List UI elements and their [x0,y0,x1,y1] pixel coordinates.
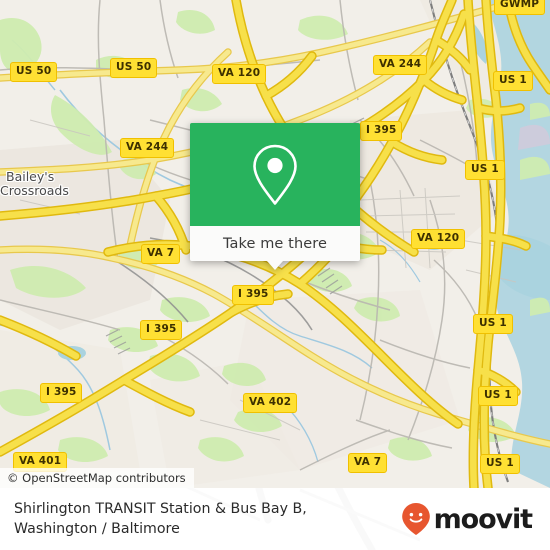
map-canvas[interactable]: Bailey's Crossroads US 50 US 50 VA 120 V… [0,0,550,488]
location-title: Shirlington TRANSIT Station & Bus Bay B,… [14,499,307,539]
road-shield-i-395-midleft[interactable]: I 395 [140,320,183,340]
road-shield-i-395-upper[interactable]: I 395 [360,121,403,141]
road-shield-va-7-left[interactable]: VA 7 [141,244,181,264]
road-shield-va-244-top[interactable]: VA 244 [373,55,428,75]
road-shield-us-1-bottom[interactable]: US 1 [480,454,520,474]
take-me-there-label: Take me there [222,235,328,252]
road-shield-va-120-right[interactable]: VA 120 [411,229,466,249]
moovit-pin-icon [401,503,430,535]
moovit-map-screenshot: Bailey's Crossroads US 50 US 50 VA 120 V… [0,0,550,550]
road-shield-va-120-top[interactable]: VA 120 [212,64,267,84]
attribution-text: © OpenStreetMap contributors [7,471,186,485]
popup-pin-area [190,123,360,226]
map-attribution[interactable]: © OpenStreetMap contributors [0,468,194,488]
location-title-line2: Washington / Baltimore [14,521,180,537]
road-shield-us-50-east[interactable]: US 50 [110,58,158,78]
road-shield-va-244-left[interactable]: VA 244 [120,138,175,158]
road-shield-gwmp[interactable]: GWMP [494,0,546,15]
road-shield-va-402[interactable]: VA 402 [243,393,298,413]
footer-bar: Shirlington TRANSIT Station & Bus Bay B,… [0,488,550,550]
popup-pointer-tail [267,261,283,270]
road-shield-i-395-lower[interactable]: I 395 [40,383,83,403]
road-shield-us-50-west[interactable]: US 50 [10,62,58,82]
moovit-wordmark: moovit [433,503,534,535]
road-shield-us-1-lower[interactable]: US 1 [478,386,518,406]
location-title-line1: Shirlington TRANSIT Station & Bus Bay B, [14,501,307,517]
popup-cta-bar[interactable]: Take me there [190,226,360,270]
map-pin-icon [253,144,297,205]
road-shield-va-7-bottom[interactable]: VA 7 [348,453,388,473]
road-shield-us-1-mid[interactable]: US 1 [473,314,513,334]
road-shield-us-1-top[interactable]: US 1 [493,71,533,91]
location-popup-card[interactable]: Take me there [190,123,360,270]
road-shield-i-395-mid[interactable]: I 395 [232,285,275,305]
moovit-logo[interactable]: moovit [401,502,536,536]
road-shield-us-1-upper[interactable]: US 1 [465,160,505,180]
